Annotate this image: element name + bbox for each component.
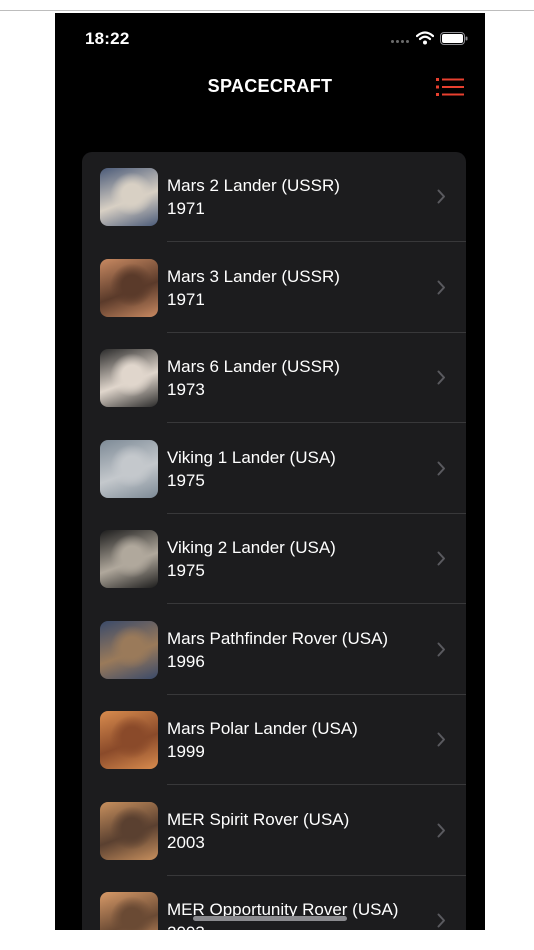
spacecraft-name: MER Spirit Rover (USA) [167,809,350,829]
spacecraft-year: 1996 [167,651,205,671]
list-item[interactable]: Mars Polar Lander (USA) 1999 [82,695,466,785]
spacecraft-thumbnail [100,168,158,226]
spacecraft-thumbnail [100,530,158,588]
battery-icon [440,32,468,45]
spacecraft-thumbnail [100,439,158,498]
spacecraft-name: Mars Polar Lander (USA) [167,719,358,738]
chevron-right-icon [437,642,445,656]
spacecraft-thumbnail [100,258,158,317]
status-time: 18:22 [85,29,130,48]
list-icon[interactable] [436,76,464,98]
spacecraft-name: Viking 1 Lander (USA) [167,447,336,467]
spacecraft-year: 1973 [167,380,205,399]
chevron-right-icon [437,189,445,204]
chevron-right-icon [437,732,445,747]
spacecraft-year: 2003 [167,923,205,930]
list-item[interactable]: MER Opportunity Rover (USA)2003 [82,876,466,930]
chevron-right-icon [437,280,445,294]
screen-top-border [0,10,534,11]
list-item[interactable]: Viking 2 Lander (USA) 1975 [82,514,466,604]
spacecraft-thumbnail [100,711,158,769]
spacecraft-thumbnail [100,620,158,679]
list-item[interactable]: Mars Pathfinder Rover (USA) 1996 [82,605,466,695]
cellular-signal-icon [391,40,409,43]
spacecraft-thumbnail [100,801,158,860]
spacecraft-name: Mars Pathfinder Rover (USA) [167,628,389,648]
chevron-right-icon [437,370,445,385]
list-item[interactable]: Mars 2 Lander (USSR) 1971 [82,152,466,242]
chevron-right-icon [437,823,445,837]
page-title: SPACECRAFT [207,76,333,96]
spacecraft-year: 2003 [167,832,205,852]
list-item[interactable]: Mars 6 Lander (USSR) 1973 [82,333,466,423]
spacecraft-name: Mars 6 Lander (USSR) [167,357,340,376]
spacecraft-year: 1999 [167,742,205,761]
spacecraft-name: Mars 3 Lander (USSR) [167,266,340,286]
list-item[interactable]: Mars 3 Lander (USSR) 1971 [82,243,466,333]
chevron-right-icon [437,913,445,928]
list-item[interactable]: Viking 1 Lander (USA) 1975 [82,424,466,514]
list-item[interactable]: MER Spirit Rover (USA) 2003 [82,786,466,876]
spacecraft-name: Viking 2 Lander (USA) [167,538,336,557]
spacecraft-name: Mars 2 Lander (USSR) [167,176,340,195]
spacecraft-year: 1971 [167,289,205,309]
status-bar: 18:22 [55,13,485,63]
spacecraft-year: 1975 [167,561,205,580]
spacecraft-year: 1971 [167,199,205,218]
phone-screen: 18:22 SPACECRAFT Mars 2 Lander (USSR) 197… [55,13,485,930]
home-indicator [193,916,347,921]
spacecraft-thumbnail [100,892,158,930]
wifi-icon [416,31,434,45]
chevron-right-icon [437,461,445,475]
spacecraft-year: 1975 [167,470,205,490]
chevron-right-icon [437,551,445,566]
spacecraft-thumbnail [100,349,158,407]
spacecraft-list: Mars 2 Lander (USSR) 1971 Mars 3 Lander (U… [82,152,466,930]
